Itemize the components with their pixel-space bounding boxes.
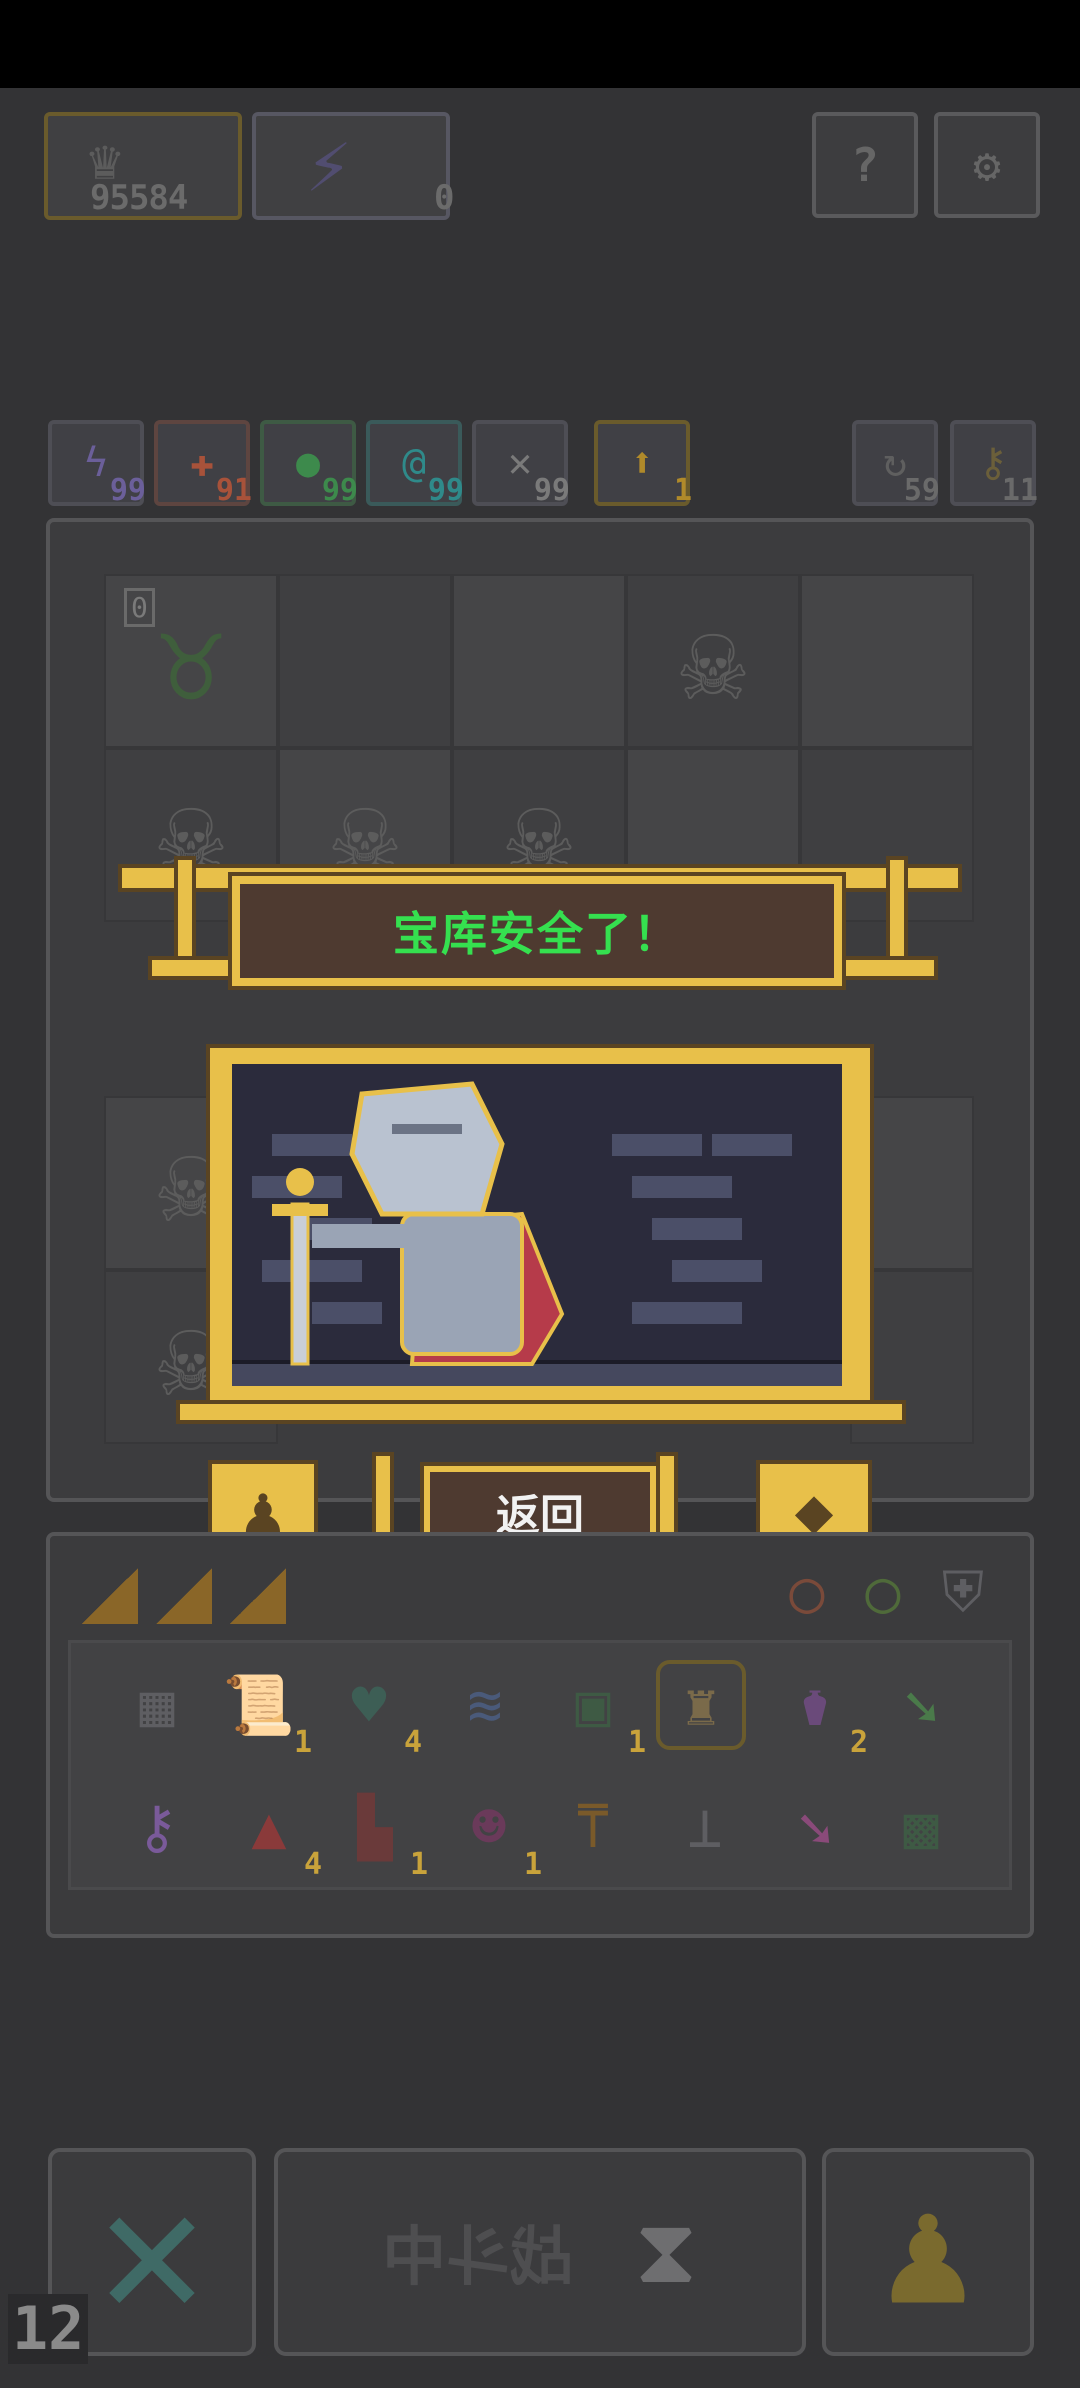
energy-count: 0 xyxy=(434,178,455,218)
relic-slots xyxy=(82,1568,302,1624)
inventory-item[interactable]: ▦ xyxy=(112,1660,202,1750)
wind-icon: ≋ xyxy=(467,1671,503,1739)
turn-counter: 12 xyxy=(8,2294,89,2364)
result-title: 宝库安全了！ xyxy=(393,907,681,961)
key-icon: ⚷ xyxy=(135,1793,179,1861)
rune-tile-icon: ▩ xyxy=(903,1793,939,1861)
inventory-item[interactable]: ▣ 1 xyxy=(548,1660,646,1760)
imp-icon: ▲ xyxy=(251,1793,287,1861)
ring-icon[interactable]: ◯ xyxy=(866,1560,900,1625)
coin-count: 95584 xyxy=(90,178,188,218)
ability-lightning[interactable]: ϟ 99 xyxy=(48,420,146,508)
hourglass-icon: ⧗ xyxy=(634,2199,698,2304)
result-banner: 宝库安全了！ xyxy=(228,872,846,990)
battle-status-panel: 战斗中 ⧗ xyxy=(274,2148,806,2356)
counter-key[interactable]: ⚷ 11 xyxy=(950,420,1038,508)
ability-fire[interactable]: ✚ 91 xyxy=(154,420,252,508)
potion-icon: ⚱ xyxy=(797,1671,833,1739)
ability-arrow-up[interactable]: ⬆ 1 xyxy=(594,420,692,508)
wedge-icon[interactable] xyxy=(156,1568,212,1624)
wedge-icon[interactable] xyxy=(82,1568,138,1624)
fire-icon: ✚ xyxy=(189,440,215,486)
knight-illustration xyxy=(232,1081,842,1386)
ability-count: 1 xyxy=(673,473,692,508)
battle-status: 战斗中 xyxy=(382,2221,575,2295)
inventory-item[interactable]: 📜 1 xyxy=(214,1660,312,1761)
counter-cycle[interactable]: ↻ 59 xyxy=(852,420,940,508)
inventory-item[interactable]: ⊥ xyxy=(660,1782,750,1872)
castle-icon: ♜ xyxy=(683,1671,719,1739)
mask-icon: ☻ xyxy=(471,1793,507,1861)
settings-button[interactable]: ⚙ xyxy=(934,112,1040,218)
gear-icon: ⚙ xyxy=(973,138,1001,192)
knight-scene xyxy=(232,1064,842,1386)
scroll-icon: 📜 xyxy=(222,1670,296,1739)
scene-base xyxy=(176,1400,906,1424)
item-count: 2 xyxy=(849,1725,868,1760)
board-cell[interactable]: ☠ xyxy=(626,574,800,748)
boot-icon: ▙ xyxy=(357,1793,393,1861)
ability-sword[interactable]: ✕ 99 xyxy=(472,420,570,508)
item-count: 4 xyxy=(403,1725,422,1760)
lightning-icon: ⚡ xyxy=(306,120,352,209)
item-count: 1 xyxy=(523,1847,542,1882)
board-cell[interactable] xyxy=(278,574,452,748)
counter-count: 11 xyxy=(1001,473,1038,508)
monster-level-badge: 0 xyxy=(124,588,155,627)
inventory-item[interactable]: ♥ 4 xyxy=(324,1660,422,1760)
inventory-item[interactable]: ▲ 4 xyxy=(224,1782,322,1882)
inventory-item[interactable]: ⍑ xyxy=(548,1782,638,1872)
help-button[interactable]: ? xyxy=(812,112,918,218)
ability-count: 99 xyxy=(427,473,464,508)
monster-card-icon: ▣ xyxy=(575,1671,611,1739)
signpost-icon: ⍑ xyxy=(575,1793,611,1861)
sword-icon: ✕ xyxy=(507,440,533,486)
map-icon: ▦ xyxy=(139,1671,175,1739)
armor-icon[interactable]: ⛨ xyxy=(942,1560,984,1626)
ring-icon[interactable]: ◯ xyxy=(790,1560,824,1625)
status-bar xyxy=(0,0,1080,88)
board-cell[interactable] xyxy=(800,574,974,748)
inventory-item[interactable]: ≋ xyxy=(440,1660,530,1750)
arrow-icon: ➘ xyxy=(797,1793,833,1861)
heart-icon: ♥ xyxy=(351,1671,387,1739)
coin-panel: ♛ 95584 xyxy=(44,112,242,220)
question-icon: ? xyxy=(851,138,879,192)
vortex-icon: @ xyxy=(401,440,427,486)
inventory-item[interactable]: ⚱ 2 xyxy=(770,1660,868,1760)
inventory-item[interactable]: ♜ xyxy=(656,1660,746,1750)
skeleton-icon: ☠ xyxy=(679,597,747,725)
inventory-item[interactable]: ➘ xyxy=(876,1660,966,1750)
ability-poison[interactable]: ● 99 xyxy=(260,420,358,508)
energy-panel: ⚡ 0 xyxy=(252,112,455,220)
inventory-item[interactable]: ⚷ xyxy=(112,1782,202,1872)
ability-count: 99 xyxy=(321,473,358,508)
inventory-item[interactable]: ➘ xyxy=(770,1782,860,1872)
item-count: 1 xyxy=(293,1725,312,1760)
inventory-item[interactable]: ▙ 1 xyxy=(330,1782,428,1882)
board-cell[interactable]: ♉ 0 xyxy=(104,574,278,748)
lever-icon: ⊥ xyxy=(687,1793,723,1861)
pawn-icon: ♟ xyxy=(882,2165,974,2339)
item-count: 4 xyxy=(303,1847,322,1882)
item-count: 1 xyxy=(409,1847,428,1882)
lightning-icon: ϟ xyxy=(83,440,109,486)
arrow-up-icon: ⬆ xyxy=(629,440,655,486)
arrow-icon: ➘ xyxy=(903,1671,939,1739)
counter-count: 59 xyxy=(903,473,940,508)
poison-icon: ● xyxy=(295,440,321,486)
ability-count: 99 xyxy=(109,473,146,508)
close-icon: ✕ xyxy=(97,2147,207,2356)
ability-vortex[interactable]: @ 99 xyxy=(366,420,464,508)
ability-count: 99 xyxy=(533,473,570,508)
inventory-item[interactable]: ▩ xyxy=(876,1782,966,1872)
item-count: 1 xyxy=(627,1725,646,1760)
wedge-icon[interactable] xyxy=(230,1568,286,1624)
board-cell[interactable] xyxy=(452,574,626,748)
ability-count: 91 xyxy=(215,473,252,508)
demon-monster-icon: ♉ xyxy=(157,597,225,725)
inventory-item[interactable]: ☻ 1 xyxy=(444,1782,542,1882)
pawn-action-button[interactable]: ♟ xyxy=(822,2148,1034,2356)
